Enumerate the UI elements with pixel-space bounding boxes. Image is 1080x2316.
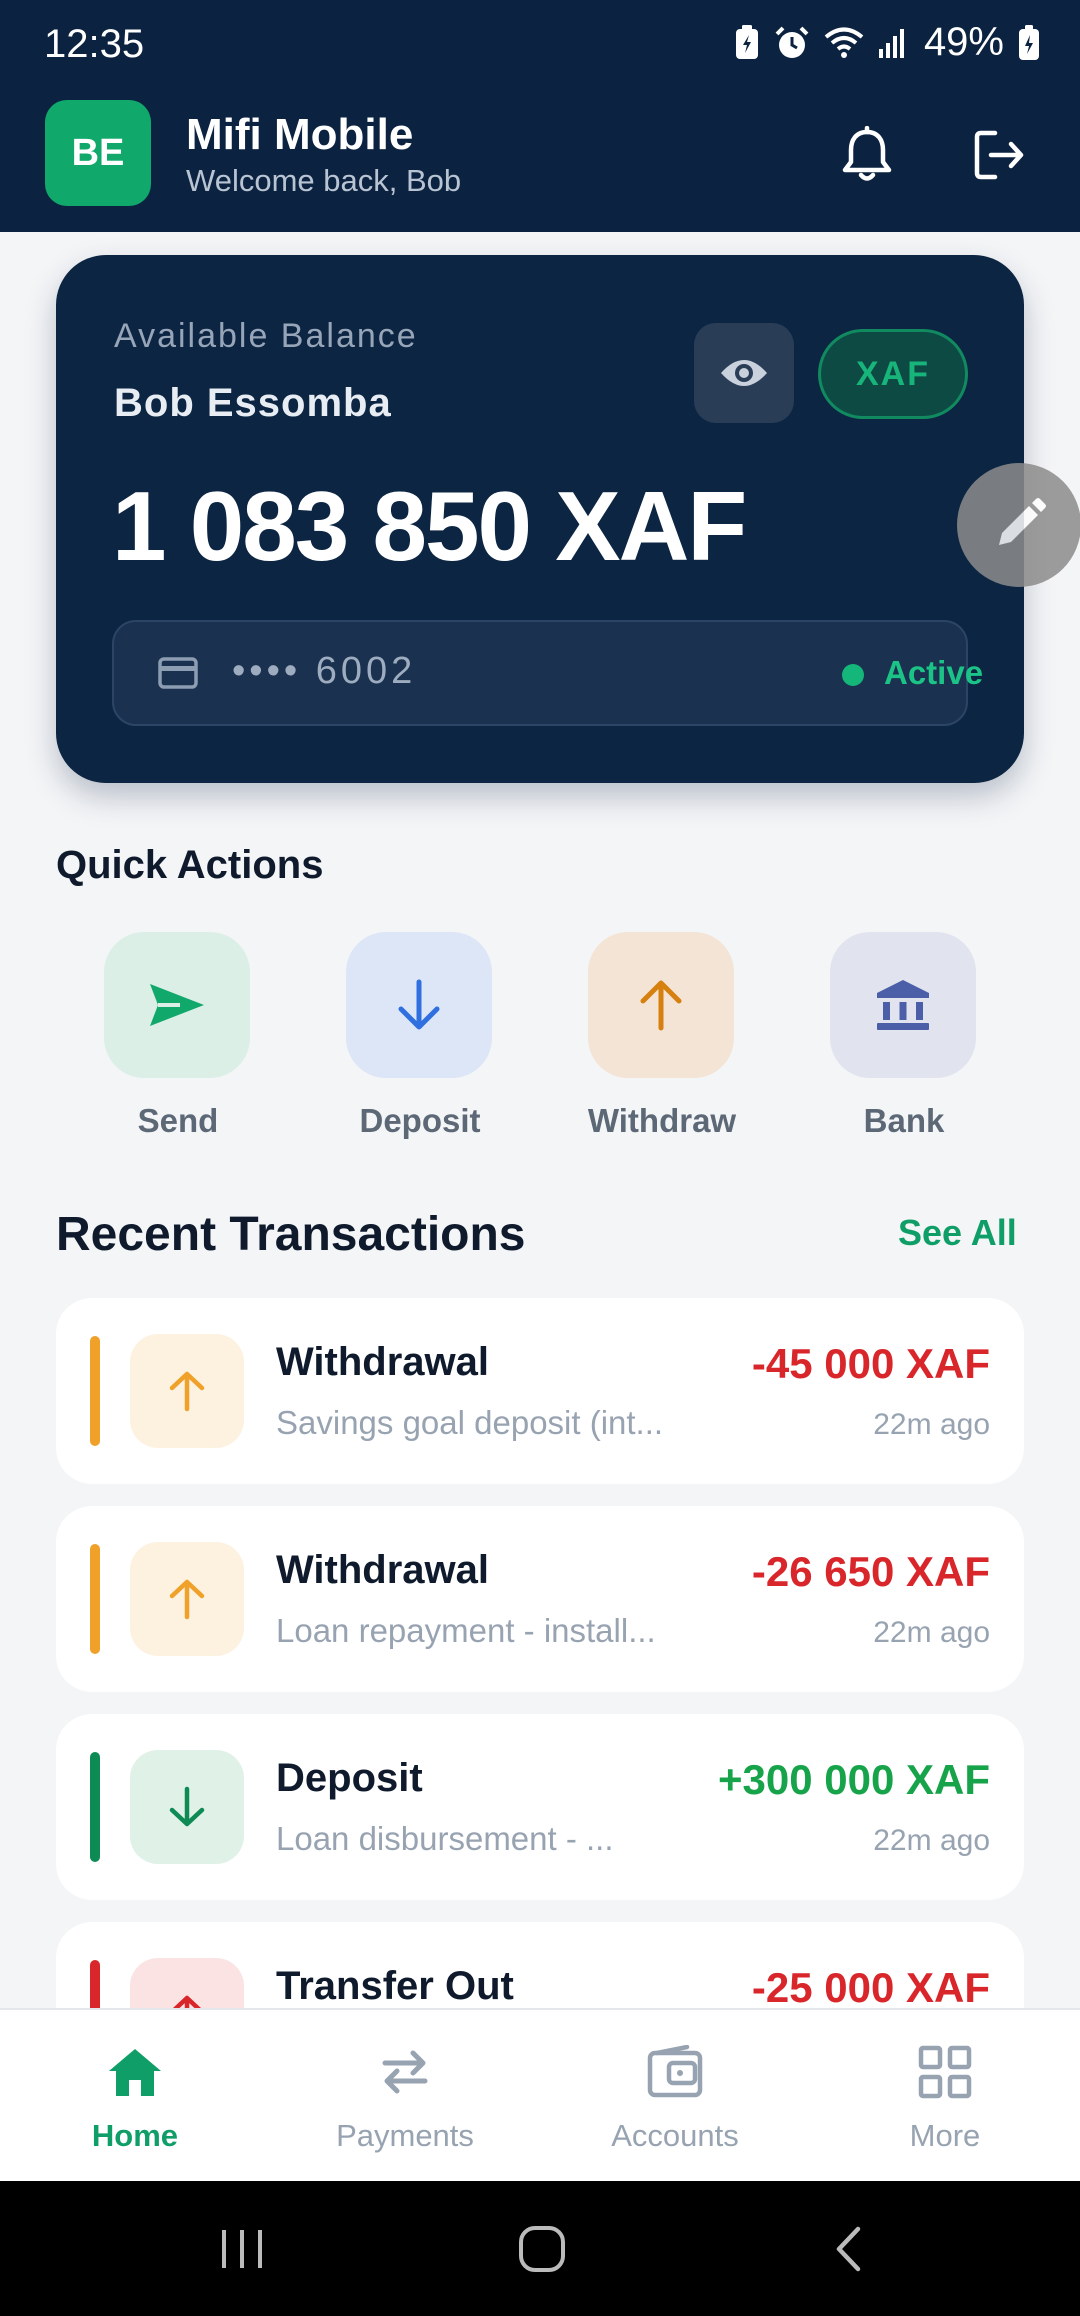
transaction-amount: -25 000 XAF [751, 1964, 990, 2011]
account-status: Active [884, 654, 984, 691]
transaction-time: 22m ago [873, 1616, 990, 1649]
status-icons: 49% [734, 20, 1040, 65]
send-tile [104, 932, 250, 1078]
balance-label: Available Balance [114, 317, 418, 355]
transaction-icon-box [130, 1750, 244, 1864]
account-owner: Bob Essomba [114, 381, 392, 425]
transaction-item[interactable]: Deposit Loan disbursement - ... +300 000… [56, 1714, 1024, 1900]
recent-transactions-title: Recent Transactions [56, 1208, 526, 1261]
transaction-description: Loan repayment - install... [276, 1612, 656, 1649]
quick-action-label: Send [137, 1102, 219, 1139]
avatar[interactable]: BE [45, 100, 151, 206]
transaction-time: 22m ago [873, 1408, 990, 1441]
quick-action-deposit[interactable]: Deposit [346, 932, 494, 1140]
battery-saver-icon [735, 24, 758, 59]
welcome-text: Welcome back, Bob [186, 163, 462, 198]
transaction-time: 22m ago [873, 1824, 990, 1857]
arrow-down-icon [398, 979, 440, 1030]
transaction-icon-box [130, 1542, 244, 1656]
withdraw-tile [588, 932, 734, 1078]
logout-icon [974, 130, 1024, 180]
transaction-icon-box [130, 1334, 244, 1448]
grid-icon [918, 2045, 972, 2099]
bank-tile [830, 932, 976, 1078]
balance-amount: 1 083 850 XAF [112, 471, 747, 581]
transaction-type: Deposit [276, 1756, 423, 1800]
transaction-type: Transfer Out [276, 1964, 514, 2008]
arrow-up-icon [640, 980, 682, 1031]
battery-percent: 49% [923, 20, 1004, 64]
quick-action-withdraw[interactable]: Withdraw [588, 932, 736, 1140]
edit-fab[interactable] [957, 463, 1080, 587]
bottom-nav: Home Payments Accounts More [0, 2008, 1080, 2181]
wifi-icon [824, 27, 864, 58]
see-all-link[interactable]: See All [898, 1212, 1017, 1254]
home-circle-icon [519, 2226, 565, 2272]
chevron-left-icon [836, 2226, 861, 2272]
currency-button[interactable]: XAF [818, 329, 968, 419]
transaction-accent-bar [90, 1336, 100, 1446]
bank-icon [877, 980, 929, 1030]
alarm-icon [775, 26, 809, 58]
nav-label: Accounts [611, 2118, 739, 2153]
transaction-amount: -26 650 XAF [751, 1548, 990, 1595]
quick-action-bank[interactable]: Bank [830, 932, 978, 1140]
send-icon [150, 984, 204, 1026]
logout-button[interactable] [964, 120, 1034, 190]
pencil-icon [999, 498, 1046, 545]
transaction-item[interactable]: Withdrawal Loan repayment - install... -… [56, 1506, 1024, 1692]
quick-action-label: Withdraw [587, 1102, 737, 1139]
credit-card-icon [158, 657, 198, 689]
arrow-down-icon [169, 1786, 205, 1827]
battery-icon [1019, 24, 1039, 60]
nav-payments[interactable]: Payments [305, 2040, 505, 2154]
status-dot [842, 664, 864, 686]
recent-apps-icon [222, 2230, 262, 2268]
home-icon [109, 2049, 161, 2096]
arrow-up-icon [169, 1579, 205, 1620]
nav-label: More [909, 2118, 981, 2153]
quick-action-label: Bank [863, 1102, 945, 1139]
transaction-type: Withdrawal [276, 1548, 489, 1592]
transaction-description: Loan disbursement - ... [276, 1820, 614, 1857]
nav-home[interactable]: Home [35, 2040, 235, 2154]
quick-action-send[interactable]: Send [104, 932, 252, 1140]
transaction-accent-bar [90, 1752, 100, 1862]
app-title: Mifi Mobile [186, 110, 414, 159]
status-bar: 12:35 49% [0, 0, 1080, 92]
transaction-amount: +300 000 XAF [717, 1756, 990, 1803]
nav-accounts[interactable]: Accounts [575, 2040, 775, 2154]
signal-icon [878, 28, 904, 58]
deposit-tile [346, 932, 492, 1078]
arrow-up-icon [169, 1371, 205, 1412]
status-time: 12:35 [44, 22, 145, 66]
back-button[interactable] [818, 2219, 878, 2279]
account-row[interactable]: •••• 6002 Active [112, 620, 983, 726]
account-number: •••• 6002 [232, 650, 417, 692]
quick-actions-title: Quick Actions [56, 843, 324, 887]
swap-arrows-icon [382, 2050, 428, 2094]
nav-more[interactable]: More [845, 2040, 1045, 2154]
app-header: 12:35 49% BE Mifi Mobile Welcome back, B… [0, 0, 1080, 232]
home-system-button[interactable] [512, 2219, 572, 2279]
notifications-button[interactable] [832, 120, 902, 190]
bell-icon [842, 126, 892, 181]
system-nav-bar [0, 2181, 1080, 2316]
eye-icon [721, 360, 767, 386]
transaction-item[interactable]: Withdrawal Savings goal deposit (int... … [56, 1298, 1024, 1484]
toggle-balance-visibility-button[interactable] [694, 323, 794, 423]
transaction-amount: -45 000 XAF [751, 1340, 990, 1387]
transaction-accent-bar [90, 1544, 100, 1654]
quick-action-label: Deposit [359, 1102, 481, 1139]
wallet-icon [647, 2045, 703, 2098]
balance-card: Available Balance Bob Essomba 1 083 850 … [56, 255, 1024, 783]
transaction-type: Withdrawal [276, 1340, 489, 1384]
transaction-description: Savings goal deposit (int... [276, 1404, 664, 1441]
recent-apps-button[interactable] [212, 2219, 272, 2279]
nav-label: Payments [336, 2118, 474, 2153]
nav-label: Home [91, 2118, 179, 2153]
